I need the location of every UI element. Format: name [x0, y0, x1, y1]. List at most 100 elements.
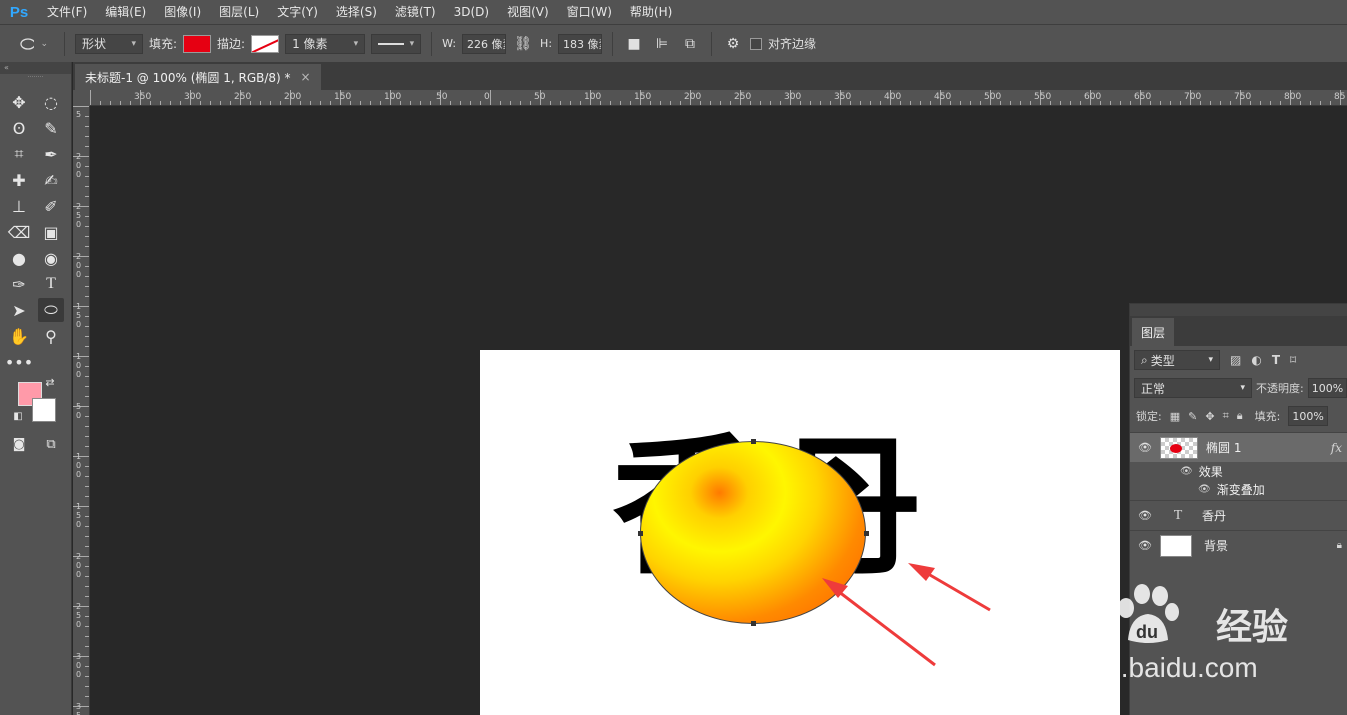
tab-layers[interactable]: 图层	[1132, 318, 1174, 346]
tools-panel: « ✥ ◌ ʘ ✎ ⌗ ✒ ✚ ✍ ⊥ ✐ ⌫ ▣ ● ◉ ✑ T ➤ ⬭ ✋ …	[0, 62, 72, 715]
layer-name: 背景	[1204, 539, 1229, 553]
layer-row-background[interactable]: 👁︎ 背景 🔒︎	[1130, 530, 1347, 560]
layer-row-text[interactable]: 👁︎ T 香丹	[1130, 500, 1347, 530]
pen-tool-icon[interactable]: ✑	[6, 272, 32, 296]
adjustment-filter-icon[interactable]: ◐	[1251, 353, 1261, 367]
effects-row[interactable]: 👁︎ 效果	[1130, 462, 1347, 480]
watermark: Bai du 经验 jingyan.baidu.com	[1030, 584, 1330, 700]
image-filter-icon[interactable]: ▨	[1230, 353, 1241, 367]
layer-row-ellipse[interactable]: 👁︎ 椭圆 1 fx	[1130, 432, 1347, 462]
path-operations-icon[interactable]: ■	[623, 33, 645, 55]
menu-window[interactable]: 窗口(W)	[558, 0, 621, 24]
anchor-handle[interactable]	[751, 621, 756, 626]
ruler-label: 5	[76, 110, 82, 119]
blend-mode-select[interactable]: 正常 ▾	[1134, 378, 1252, 398]
anchor-handle[interactable]	[864, 531, 869, 536]
document-tab[interactable]: 未标题-1 @ 100% (椭圆 1, RGB/8) * ×	[75, 64, 321, 90]
lock-artboard-icon[interactable]: ⌗	[1223, 409, 1229, 423]
ruler-label: 550	[1034, 92, 1052, 102]
lock-pixels-icon[interactable]: ✎	[1188, 410, 1197, 423]
quick-selection-tool-icon[interactable]: ✎	[38, 116, 64, 140]
lock-position-icon[interactable]: ✥	[1205, 410, 1214, 423]
path-alignment-icon[interactable]: ⊫	[651, 33, 673, 55]
anchor-handle[interactable]	[751, 439, 756, 444]
type-filter-icon[interactable]: T	[1272, 353, 1280, 367]
history-brush-tool-icon[interactable]: ✐	[38, 194, 64, 218]
fill-input[interactable]: 100%	[1288, 406, 1328, 426]
move-tool-icon[interactable]: ✥	[6, 90, 32, 114]
dodge-tool-icon[interactable]: ◉	[38, 246, 64, 270]
path-arrangement-icon[interactable]: ⧉	[679, 33, 701, 55]
menu-help[interactable]: 帮助(H)	[621, 0, 681, 24]
eyedropper-tool-icon[interactable]: ✒	[38, 142, 64, 166]
clone-stamp-tool-icon[interactable]: ⊥	[6, 194, 32, 218]
anchor-handle[interactable]	[638, 531, 643, 536]
eye-icon[interactable]: 👁︎	[1180, 466, 1193, 477]
ruler-label: 100	[384, 92, 402, 102]
hand-tool-icon[interactable]: ✋	[6, 324, 32, 348]
close-icon[interactable]: ×	[301, 70, 311, 84]
align-edges-checkbox[interactable]	[750, 37, 763, 50]
elliptical-marquee-tool-icon[interactable]: ◌	[38, 90, 64, 114]
eye-icon[interactable]: 👁︎	[1130, 509, 1160, 522]
lock-all-icon[interactable]: 🔒︎	[1237, 409, 1243, 423]
eye-icon[interactable]: 👁︎	[1130, 539, 1160, 552]
swap-colors-icon[interactable]: ⇄	[42, 374, 58, 390]
collapse-panel-icon[interactable]: «	[0, 62, 71, 74]
eye-icon[interactable]: 👁︎	[1198, 484, 1211, 495]
ruler-origin[interactable]	[73, 90, 90, 106]
blur-tool-icon[interactable]: ●	[6, 246, 32, 270]
menu-select[interactable]: 选择(S)	[327, 0, 386, 24]
default-colors-icon[interactable]: ◧	[10, 408, 26, 424]
tool-preset-picker[interactable]: ⌄	[14, 34, 54, 54]
screen-mode-icon[interactable]: ⧉	[38, 432, 64, 456]
ruler-label: 250	[734, 92, 752, 102]
width-input[interactable]: 226 像素	[462, 33, 507, 54]
ellipse-shape[interactable]	[640, 441, 866, 624]
gradient-tool-icon[interactable]: ▣	[38, 220, 64, 244]
shape-mode-select[interactable]: 形状 ▾	[75, 33, 143, 54]
stroke-width-select[interactable]: 1 像素 ▾	[285, 33, 366, 54]
lasso-tool-icon[interactable]: ʘ	[6, 116, 32, 140]
layer-filter-select[interactable]: ⌕ 类型 ▾	[1134, 350, 1220, 370]
link-dimensions-icon[interactable]: ⛓	[512, 33, 534, 55]
menu-filter[interactable]: 滤镜(T)	[386, 0, 445, 24]
crop-tool-icon[interactable]: ⌗	[6, 142, 32, 166]
stroke-type-select[interactable]: ▾	[371, 33, 422, 54]
type-tool-icon[interactable]: T	[38, 272, 64, 296]
opacity-input[interactable]: 100%	[1307, 378, 1347, 398]
menu-3d[interactable]: 3D(D)	[445, 0, 498, 24]
zoom-tool-icon[interactable]: ⚲	[38, 324, 64, 348]
ellipse-tool-icon[interactable]: ⬭	[38, 298, 64, 322]
ruler-label: 50	[436, 92, 448, 102]
horizontal-ruler[interactable]: 350 300 250 200 150 100 50 0 50 100 150 …	[90, 90, 1347, 106]
effect-row[interactable]: 👁︎ 渐变叠加	[1130, 480, 1347, 498]
fill-color-swatch[interactable]	[183, 34, 212, 53]
lock-transparent-icon[interactable]: ▦	[1170, 410, 1180, 423]
background-color-swatch[interactable]	[32, 398, 56, 422]
fx-icon[interactable]: fx	[1331, 441, 1342, 455]
stroke-color-swatch[interactable]	[251, 34, 280, 53]
menu-image[interactable]: 图像(I)	[155, 0, 210, 24]
document-canvas[interactable]: 香丹	[480, 350, 1120, 715]
gear-icon[interactable]: ⚙	[722, 33, 744, 55]
edit-toolbar-icon[interactable]: •••	[5, 350, 33, 374]
panel-grip[interactable]	[28, 76, 43, 84]
menu-type[interactable]: 文字(Y)	[268, 0, 327, 24]
quick-mask-icon[interactable]: ◙	[6, 432, 32, 456]
vertical-ruler[interactable]: 5 2 0 0 2 5 0 2 0 0 1 5 0 1 0 0 5 0 0 5 …	[73, 106, 90, 715]
menu-layer[interactable]: 图层(L)	[210, 0, 268, 24]
path-selection-tool-icon[interactable]: ➤	[6, 298, 32, 322]
eye-icon[interactable]: 👁︎	[1130, 441, 1160, 454]
menu-view[interactable]: 视图(V)	[498, 0, 558, 24]
stroke-width-value: 1 像素	[292, 37, 328, 51]
healing-brush-tool-icon[interactable]: ✚	[6, 168, 32, 192]
menu-file[interactable]: 文件(F)	[38, 0, 96, 24]
height-input[interactable]: 183 像素	[558, 33, 603, 54]
ruler-label: 2 0 0	[76, 552, 82, 579]
eraser-tool-icon[interactable]: ⌫	[6, 220, 32, 244]
menu-edit[interactable]: 编辑(E)	[96, 0, 155, 24]
brush-tool-icon[interactable]: ✍	[38, 168, 64, 192]
shape-filter-icon[interactable]: ⌑	[1290, 353, 1296, 367]
panel-header[interactable]	[1130, 304, 1347, 316]
